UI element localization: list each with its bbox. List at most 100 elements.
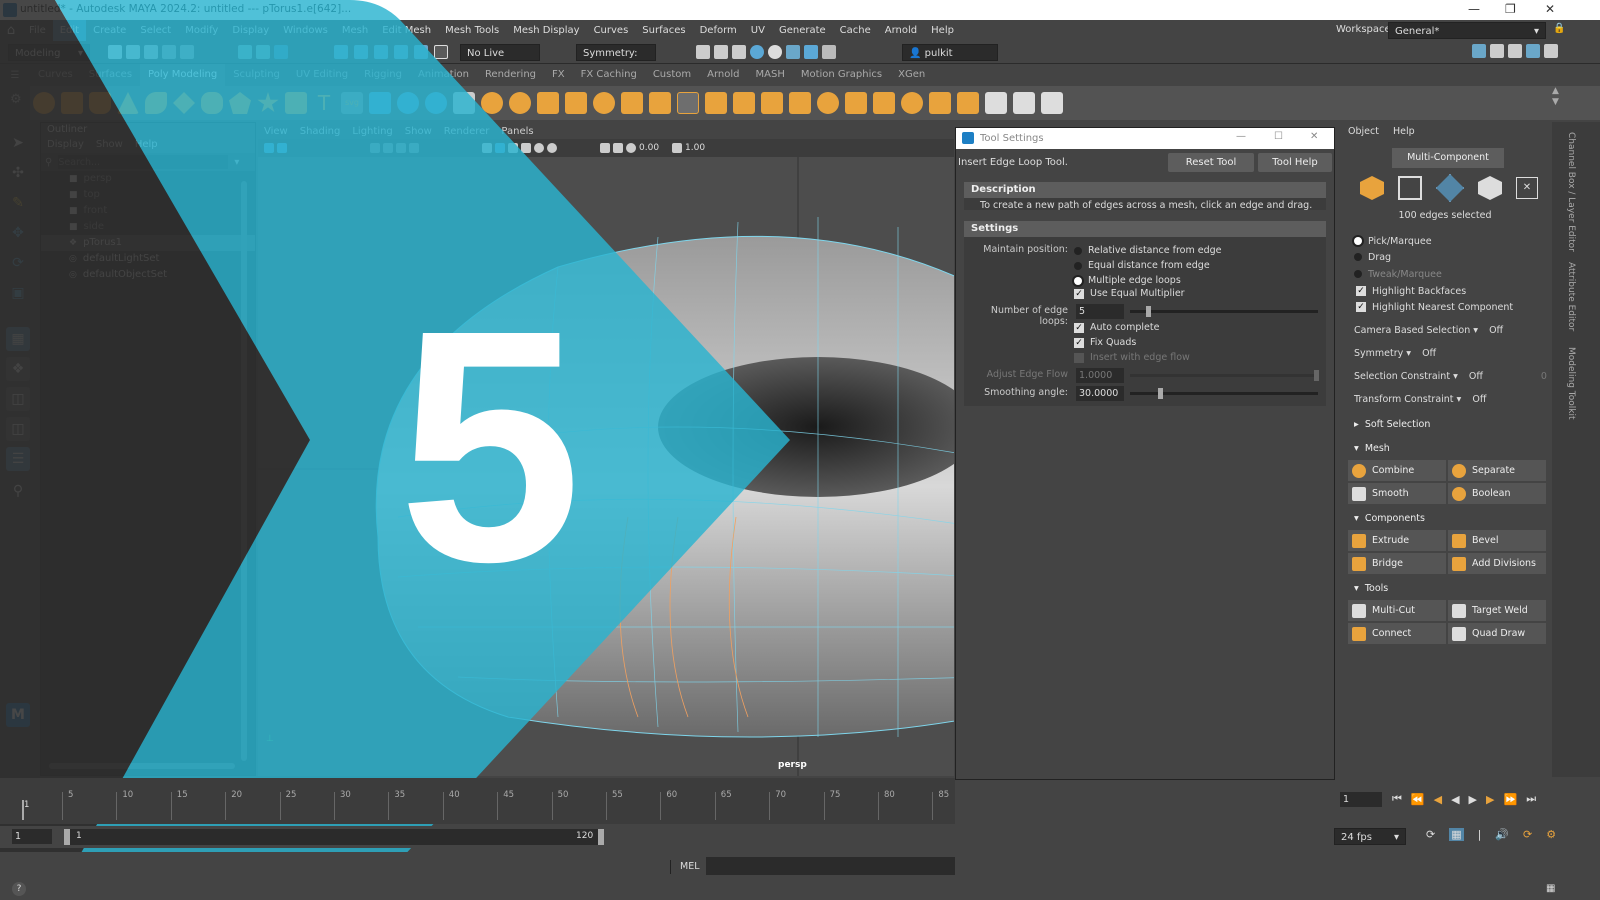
outliner-item[interactable]: ❖ pTorus1 bbox=[41, 235, 255, 251]
symmetry-dropdown[interactable]: Symmetry: Off bbox=[576, 44, 656, 76]
settings-header[interactable]: Settings bbox=[964, 221, 1326, 237]
attribute-editor-tab[interactable]: Attribute Editor bbox=[1566, 262, 1576, 331]
menu-help[interactable]: Help bbox=[924, 20, 961, 41]
separate-shelf-icon[interactable] bbox=[509, 92, 531, 114]
mode-dropdown[interactable]: Modeling ▾ bbox=[8, 44, 90, 61]
select-camera-icon[interactable] bbox=[264, 143, 274, 153]
shelf-tab-fx[interactable]: FX bbox=[544, 64, 573, 86]
xray-icon[interactable] bbox=[613, 143, 623, 153]
shelf-tab-mash[interactable]: MASH bbox=[748, 64, 793, 86]
select-hierarchy-icon[interactable] bbox=[238, 45, 252, 59]
mt-menu-object[interactable]: Object bbox=[1348, 126, 1379, 137]
attribute-editor-toggle-icon[interactable] bbox=[1490, 44, 1504, 58]
resolution-gate-icon[interactable] bbox=[409, 143, 419, 153]
persp-outliner-layout-icon[interactable]: ◫ bbox=[6, 387, 30, 411]
scale-tool-icon[interactable]: ▣ bbox=[6, 281, 30, 305]
maintain-option-row[interactable]: Multiple edge loops bbox=[1074, 273, 1221, 288]
platonic-solid-icon[interactable] bbox=[229, 92, 251, 114]
use-equal-multiplier-checkbox[interactable]: ✓ bbox=[1074, 288, 1084, 299]
target-weld-shelf-icon[interactable] bbox=[957, 92, 979, 114]
shelf-tab-arnold[interactable]: Arnold bbox=[699, 64, 747, 86]
help-icon[interactable]: ? bbox=[12, 882, 26, 896]
live-surface-field[interactable]: No Live Surface bbox=[460, 44, 540, 76]
components-header[interactable]: ▾ Components bbox=[1354, 513, 1425, 524]
symmetry-mt-dropdown[interactable]: Symmetry ▾ Off bbox=[1354, 348, 1436, 359]
highlight-nearest-row[interactable]: ✓ Highlight Nearest Component bbox=[1356, 300, 1513, 314]
menu-create[interactable]: Create bbox=[86, 20, 133, 41]
outliner-persp-layout-icon[interactable]: ☰ bbox=[6, 447, 30, 471]
modeling-toolkit-toggle-icon[interactable] bbox=[1472, 44, 1486, 58]
combine-button[interactable]: Combine bbox=[1348, 460, 1446, 481]
multi-cut-button[interactable]: Multi-Cut bbox=[1348, 600, 1446, 621]
reset-tool-button[interactable]: Reset Tool bbox=[1168, 153, 1254, 172]
hypershade-icon[interactable] bbox=[750, 45, 764, 59]
lock-icon[interactable]: 🔒 bbox=[1553, 23, 1565, 34]
menu-display[interactable]: Display bbox=[225, 20, 276, 41]
shelf-tab-animation[interactable]: Animation bbox=[410, 64, 477, 86]
render-settings-icon[interactable] bbox=[732, 45, 746, 59]
save-scene-icon[interactable] bbox=[144, 45, 158, 59]
shelf-tab-custom[interactable]: Custom bbox=[645, 64, 699, 86]
cache-playback-icon[interactable]: ▦ bbox=[1449, 828, 1464, 841]
insert-edge-flow-checkbox[interactable] bbox=[1074, 352, 1084, 363]
face-mode-icon[interactable] bbox=[1478, 176, 1502, 200]
sound-icon[interactable]: 🔊 bbox=[1495, 828, 1509, 841]
maintain-option-row[interactable]: Equal distance from edge bbox=[1074, 258, 1221, 273]
script-editor-icon[interactable]: ▦ bbox=[1546, 883, 1555, 894]
viewport-menu-view[interactable]: View bbox=[258, 124, 294, 139]
textured-icon[interactable] bbox=[521, 143, 531, 153]
snap-grid-icon[interactable] bbox=[334, 45, 348, 59]
fps-dropdown[interactable]: 24 fps ▾ bbox=[1334, 828, 1406, 845]
bevel-button[interactable]: Bevel bbox=[1448, 530, 1546, 551]
num-loops-slider[interactable] bbox=[1130, 310, 1318, 313]
minimize-icon[interactable]: — bbox=[1468, 2, 1480, 16]
poly-text-icon[interactable]: T bbox=[313, 92, 335, 114]
svg-icon[interactable]: svg bbox=[341, 92, 363, 114]
outliner-item[interactable]: ■ front bbox=[41, 203, 255, 219]
selection-constraint-number[interactable]: 0 bbox=[1541, 371, 1547, 382]
menu-mesh-tools[interactable]: Mesh Tools bbox=[438, 20, 506, 41]
arnold-render-icon[interactable] bbox=[786, 45, 800, 59]
extrude-button[interactable]: Extrude bbox=[1348, 530, 1446, 551]
bridge-shelf-icon[interactable] bbox=[733, 92, 755, 114]
smooth-shelf-icon[interactable] bbox=[593, 92, 615, 114]
undo-icon[interactable] bbox=[162, 45, 176, 59]
highlight-backfaces-checkbox[interactable]: ✓ bbox=[1356, 286, 1366, 296]
shelf-tab-sculpting[interactable]: Sculpting bbox=[225, 64, 288, 86]
shelf-scroll-icon[interactable]: ▲ ▼ bbox=[1552, 86, 1559, 108]
new-scene-icon[interactable] bbox=[108, 45, 122, 59]
poly-disc-icon[interactable] bbox=[201, 92, 223, 114]
menu-edit-mesh[interactable]: Edit Mesh bbox=[375, 20, 438, 41]
drag-radio[interactable] bbox=[1354, 253, 1362, 261]
render-icon[interactable] bbox=[696, 45, 710, 59]
shelf-settings-icon[interactable]: ⚙ bbox=[10, 92, 22, 107]
paint-select-icon[interactable]: ✎ bbox=[6, 191, 30, 215]
rotate-tool-icon[interactable]: ⟳ bbox=[6, 251, 30, 275]
move-tool-icon[interactable]: ✥ bbox=[6, 221, 30, 245]
object-mode-icon[interactable] bbox=[1360, 176, 1384, 200]
viewport-menu-renderer[interactable]: Renderer bbox=[438, 124, 496, 139]
ipr-render-icon[interactable] bbox=[714, 45, 728, 59]
ts-close-icon[interactable]: ✕ bbox=[1310, 131, 1318, 142]
shelf-tab-fx-caching[interactable]: FX Caching bbox=[573, 64, 645, 86]
torus-mesh[interactable] bbox=[258, 157, 954, 776]
go-to-start-icon[interactable]: ⏮ bbox=[1392, 792, 1402, 806]
perspective-viewport[interactable]: View Shading Lighting Show Renderer Panels 0.… bbox=[258, 124, 954, 776]
use-equal-multiplier-row[interactable]: ✓ Use Equal Multiplier bbox=[1074, 288, 1185, 299]
ts-minimize-icon[interactable]: — bbox=[1236, 131, 1246, 142]
modeling-toolkit-tab[interactable]: Modeling Toolkit bbox=[1566, 347, 1576, 420]
menu-curves[interactable]: Curves bbox=[587, 20, 636, 41]
tool-help-button[interactable]: Tool Help bbox=[1258, 153, 1332, 172]
single-perspective-layout-icon[interactable]: ▦ bbox=[6, 327, 30, 351]
menu-uv[interactable]: UV bbox=[744, 20, 772, 41]
camera-based-selection-dropdown[interactable]: Camera Based Selection ▾ Off bbox=[1354, 325, 1503, 336]
close-icon[interactable]: ✕ bbox=[1545, 2, 1555, 16]
play-backwards-icon[interactable]: ◀ bbox=[1451, 793, 1459, 806]
highlight-nearest-checkbox[interactable]: ✓ bbox=[1356, 302, 1366, 312]
outliner-scrollbar[interactable] bbox=[241, 181, 247, 761]
shelf-tab-curves[interactable]: Curves bbox=[30, 64, 81, 86]
poly-sphere-icon[interactable] bbox=[33, 92, 55, 114]
anim-prefs-icon[interactable]: ⚙ bbox=[1546, 828, 1556, 841]
viewport-menu-panels[interactable]: Panels bbox=[495, 124, 539, 139]
four-view-layout-icon[interactable]: ❖ bbox=[6, 357, 30, 381]
